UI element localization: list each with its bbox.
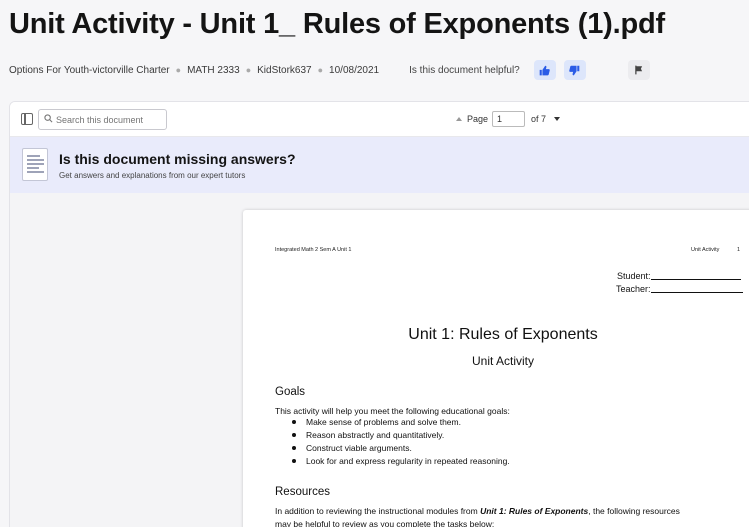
- banner-title: Is this document missing answers?: [59, 151, 296, 167]
- missing-answers-banner[interactable]: Is this document missing answers? Get an…: [10, 137, 749, 193]
- sidebar-toggle-icon[interactable]: [21, 113, 33, 125]
- page-header-number: 1: [737, 247, 741, 253]
- search-icon: [44, 114, 53, 123]
- page-number-input[interactable]: 1: [492, 111, 526, 127]
- goals-list: Make sense of problems and solve them. R…: [291, 417, 510, 469]
- thumbs-up-button[interactable]: [533, 60, 556, 80]
- list-item: Reason abstractly and quantitatively.: [291, 430, 510, 443]
- resources-text: In addition to reviewing the instruction…: [275, 506, 478, 516]
- resources-paragraph-continued: may be helpful to review as you complete…: [275, 519, 495, 527]
- meta-separator: ●: [245, 65, 252, 75]
- list-item: Make sense of problems and solve them.: [291, 417, 510, 430]
- teacher-label: Teacher:: [616, 284, 651, 294]
- list-item: Look for and express regularity in repea…: [291, 456, 510, 469]
- list-item: Construct viable arguments.: [291, 443, 510, 456]
- document-icon: [22, 148, 48, 181]
- flag-icon: [634, 65, 642, 75]
- student-field: Student:: [617, 271, 741, 281]
- banner-subtitle: Get answers and explanations from our ex…: [59, 171, 246, 180]
- page-title: Unit 1: Rules of Exponents: [408, 326, 598, 343]
- next-page-icon[interactable]: [554, 117, 561, 121]
- page-navigator: Page 1 of 7: [456, 111, 561, 127]
- page-total: of 7: [531, 114, 547, 124]
- document-title: Unit Activity - Unit 1_ Rules of Exponen…: [9, 8, 665, 40]
- uploader-link[interactable]: KidStork637: [257, 65, 311, 76]
- thumbs-up-icon: [539, 65, 550, 75]
- document-scroll-area[interactable]: Integrated Math 2 Sem A Unit 1 Unit Acti…: [10, 193, 749, 527]
- helpful-prompt: Is this document helpful?: [409, 64, 520, 76]
- search-input[interactable]: [38, 109, 167, 130]
- meta-separator: ●: [175, 65, 182, 75]
- page-subtitle: Unit Activity: [471, 354, 534, 368]
- page-header-left: Integrated Math 2 Sem A Unit 1: [275, 247, 352, 253]
- page-label: Page: [467, 114, 489, 124]
- resources-paragraph: In addition to reviewing the instruction…: [275, 506, 680, 516]
- teacher-field: Teacher:: [616, 284, 743, 294]
- thumbs-down-button[interactable]: [563, 60, 586, 80]
- document-viewer: Page 1 of 7 Is this document missing ans…: [9, 101, 749, 527]
- resources-emphasis: Unit 1: Rules of Exponents: [480, 506, 589, 516]
- report-button[interactable]: [627, 60, 650, 80]
- goals-heading: Goals: [275, 386, 306, 398]
- meta-separator: ●: [317, 65, 324, 75]
- student-label: Student:: [617, 271, 651, 281]
- course-link[interactable]: MATH 2333: [187, 65, 240, 76]
- document-meta: Options For Youth-victorville Charter ● …: [9, 58, 650, 82]
- upload-date: 10/08/2021: [329, 64, 380, 76]
- viewer-toolbar: Page 1 of 7: [10, 102, 749, 137]
- page-header-right: Unit Activity: [691, 247, 720, 253]
- document-page: Integrated Math 2 Sem A Unit 1 Unit Acti…: [243, 210, 749, 527]
- thumbs-down-icon: [569, 65, 580, 75]
- resources-heading: Resources: [275, 486, 330, 498]
- previous-page-icon[interactable]: [456, 117, 462, 121]
- goals-intro: This activity will help you meet the fol…: [275, 406, 510, 416]
- school-link[interactable]: Options For Youth-victorville Charter: [9, 65, 170, 76]
- resources-text: , the following resources: [588, 506, 680, 516]
